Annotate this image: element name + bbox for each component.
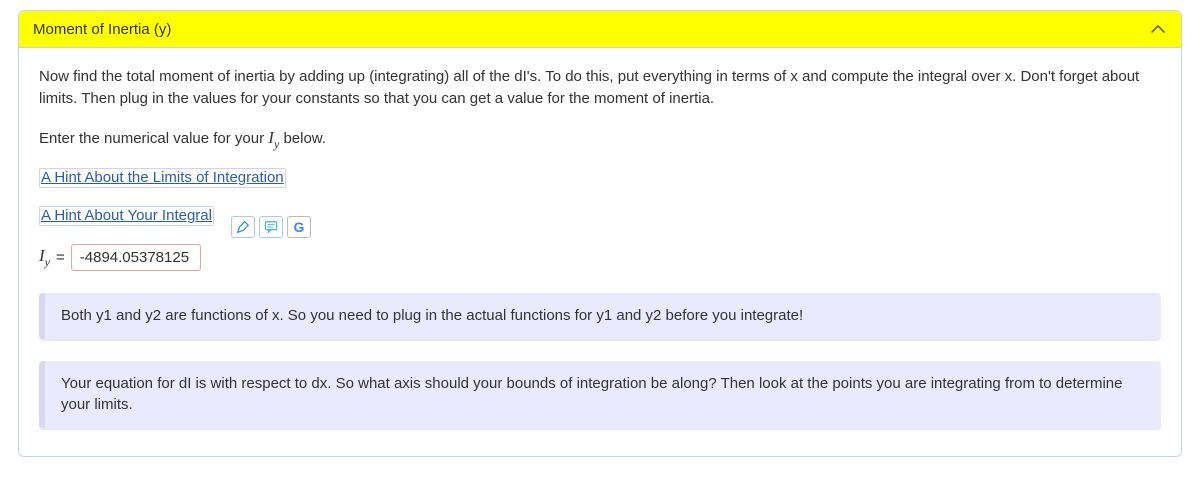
pencil-icon[interactable] bbox=[231, 216, 255, 238]
answer-row: Iy = bbox=[39, 244, 1161, 271]
panel-header[interactable]: Moment of Inertia (y) bbox=[19, 11, 1181, 48]
feedback-box-2: Your equation for dI is with respect to … bbox=[39, 361, 1161, 429]
accordion-panel: Moment of Inertia (y) Now find the total… bbox=[18, 10, 1182, 457]
chevron-up-icon bbox=[1149, 20, 1167, 38]
search-icon[interactable]: G bbox=[287, 216, 311, 238]
enter-instruction: Enter the numerical value for your Iy be… bbox=[39, 126, 1161, 152]
hint-link-integral[interactable]: A Hint About Your Integral bbox=[39, 206, 214, 226]
comment-icon[interactable] bbox=[259, 216, 283, 238]
panel-title: Moment of Inertia (y) bbox=[33, 21, 171, 38]
intro-text: Now find the total moment of inertia by … bbox=[39, 66, 1161, 110]
feedback-box-1: Both y1 and y2 are functions of x. So yo… bbox=[39, 293, 1161, 339]
answer-label: Iy bbox=[39, 246, 50, 269]
hint-link-limits[interactable]: A Hint About the Limits of Integration bbox=[39, 168, 286, 188]
panel-body: Now find the total moment of inertia by … bbox=[19, 48, 1181, 456]
annotation-toolbar: G bbox=[231, 216, 311, 238]
answer-input[interactable] bbox=[71, 244, 201, 271]
